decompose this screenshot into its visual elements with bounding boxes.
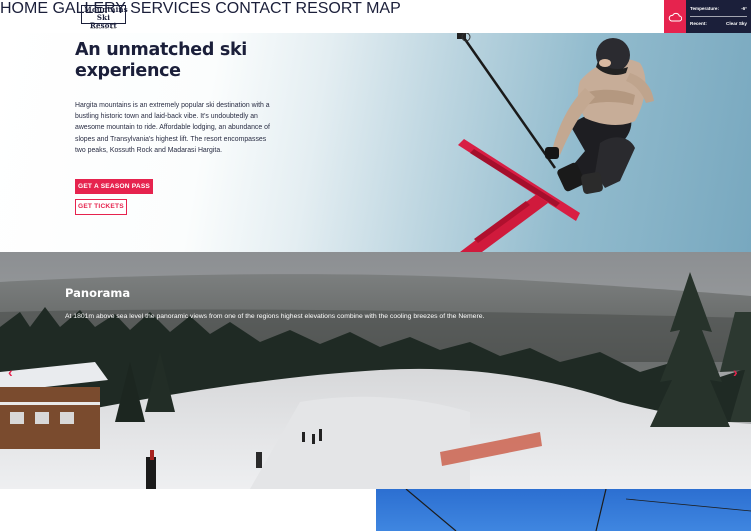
- get-tickets-button[interactable]: GET TICKETS: [75, 199, 127, 215]
- hero-description: Hargita mountains is an extremely popula…: [75, 102, 270, 154]
- season-pass-button[interactable]: GET A SEASON PASS: [75, 179, 154, 194]
- site-header: Mountains Ski Resort HARGITA, RO HOME GA…: [0, 0, 751, 33]
- chevron-left-icon[interactable]: ‹: [8, 364, 13, 380]
- nav-resort-map[interactable]: RESORT MAP: [296, 0, 401, 17]
- nav-contact[interactable]: CONTACT: [215, 0, 291, 17]
- bottom-left-panel: [0, 489, 376, 531]
- hero-section: An unmatched ski experience Hargita moun…: [0, 33, 751, 252]
- weather-divider: [690, 16, 747, 17]
- temperature-label: Temperature:: [690, 6, 720, 11]
- nav-home[interactable]: HOME: [0, 0, 48, 17]
- hero-title: An unmatched ski experience: [75, 40, 247, 81]
- panorama-section: Panorama At 1801m above sea level the pa…: [0, 252, 751, 489]
- panorama-description: At 1801m above sea level the panoramic v…: [65, 313, 485, 320]
- nav-services[interactable]: SERVICES: [130, 0, 211, 17]
- ski-lift-image: [376, 489, 751, 531]
- logo-subtitle: HARGITA, RO: [90, 26, 117, 30]
- skier-image: [457, 33, 654, 252]
- recent-row: Recent: Clear Sky: [690, 21, 747, 26]
- weather-icon-box: [664, 0, 686, 33]
- lift-cables: [405, 489, 751, 531]
- chevron-right-icon[interactable]: ›: [733, 364, 738, 380]
- recent-label: Recent:: [690, 21, 707, 26]
- panorama-title: Panorama: [65, 286, 131, 300]
- temperature-value: -6°: [741, 6, 747, 11]
- recent-value: Clear Sky: [726, 21, 747, 26]
- cloud-icon: [668, 12, 682, 21]
- weather-widget: Temperature: -6° Recent: Clear Sky: [686, 0, 751, 33]
- temperature-row: Temperature: -6°: [690, 6, 747, 11]
- logo[interactable]: Mountains Ski Resort: [81, 5, 128, 30]
